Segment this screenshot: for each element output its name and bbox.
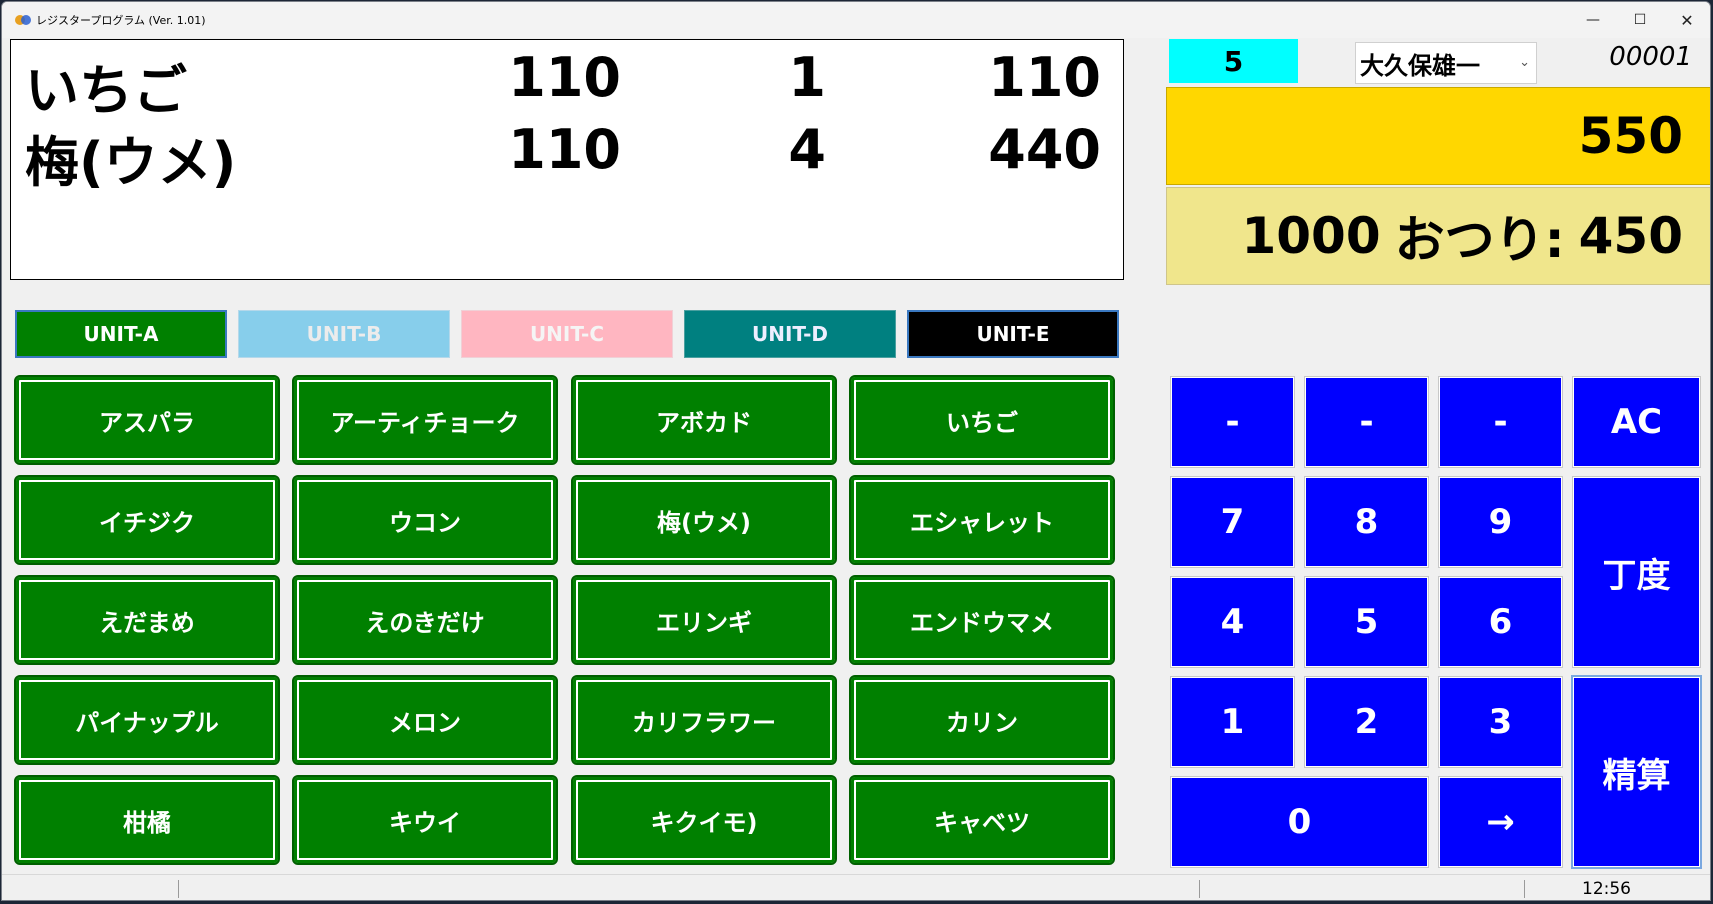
receipt-row: 梅(ウメ) 110 4 440 [11,118,1123,194]
tab-unit-a[interactable]: UNIT-A [15,310,227,358]
chevron-down-icon: ⌄ [1519,55,1530,70]
digit-key-7[interactable]: 7 [1170,476,1295,568]
tendered-amount: 1000 [1241,207,1381,265]
status-clock: 12:56 [1582,879,1631,899]
checkout-button[interactable]: 精算 [1571,675,1702,869]
status-divider [1199,880,1200,898]
product-button[interactable]: えのきだけ [292,575,558,665]
item-name: いちご [25,59,187,122]
product-button[interactable]: アスパラ [14,375,280,465]
product-button[interactable]: エンドウマメ [849,575,1115,665]
digit-key-2[interactable]: 2 [1304,676,1429,768]
title-bar: レジスタープログラム (Ver. 1.01) — ☐ ✕ [2,2,1710,38]
product-button[interactable]: 梅(ウメ) [571,475,837,565]
product-button[interactable]: アーティチョーク [292,375,558,465]
product-button[interactable]: カリフラワー [571,675,837,765]
digit-key-9[interactable]: 9 [1438,476,1563,568]
item-price: 110 [508,46,621,109]
minimize-button[interactable]: — [1570,2,1616,38]
register-window: レジスタープログラム (Ver. 1.01) — ☐ ✕ いちご 110 1 1… [1,1,1711,901]
change-amount: 450 [1578,207,1683,265]
staff-name: 大久保雄一 [1360,51,1480,80]
staff-select[interactable]: 大久保雄一 ⌄ [1355,42,1537,84]
product-button[interactable]: イチジク [14,475,280,565]
total-display: 550 [1166,87,1710,185]
change-display: 1000 おつり: 450 [1166,187,1710,285]
transaction-number: 00001 [1609,42,1692,72]
status-divider [178,880,179,898]
product-button[interactable]: エリンギ [571,575,837,665]
item-price: 110 [508,118,621,181]
change-label: おつり: [1394,211,1565,269]
product-button[interactable]: メロン [292,675,558,765]
receipt-list: いちご 110 1 110 梅(ウメ) 110 4 440 [10,39,1124,280]
digit-key-3[interactable]: 3 [1438,676,1563,768]
digit-key-6[interactable]: 6 [1438,576,1563,668]
product-button[interactable]: カリン [849,675,1115,765]
product-button[interactable]: えだまめ [14,575,280,665]
product-button[interactable]: パイナップル [14,675,280,765]
item-qty: 4 [788,118,826,181]
product-button[interactable]: キクイモ) [571,775,837,865]
window-title: レジスタープログラム (Ver. 1.01) [36,14,206,27]
receipt-row: いちご 110 1 110 [11,46,1123,122]
item-qty: 1 [788,46,826,109]
product-button[interactable]: キウイ [292,775,558,865]
product-button[interactable]: 柑橘 [14,775,280,865]
item-name: 梅(ウメ) [25,131,237,194]
exact-amount-button[interactable]: 丁度 [1572,476,1701,668]
digit-key-1[interactable]: 1 [1170,676,1295,768]
dash-key-1[interactable]: - [1170,376,1295,468]
dash-key-3[interactable]: - [1438,376,1563,468]
digit-key-5[interactable]: 5 [1304,576,1429,668]
digit-key-0[interactable]: 0 [1170,776,1429,868]
item-subtotal: 110 [988,46,1101,109]
app-icon [15,15,31,25]
item-count-badge: 5 [1169,39,1298,83]
status-divider [1524,880,1525,898]
digit-key-8[interactable]: 8 [1304,476,1429,568]
maximize-button[interactable]: ☐ [1617,2,1663,38]
product-button[interactable]: エシャレット [849,475,1115,565]
product-button[interactable]: キャベツ [849,775,1115,865]
digit-key-4[interactable]: 4 [1170,576,1295,668]
tab-unit-d[interactable]: UNIT-D [684,310,896,358]
status-bar: 12:56 [2,874,1710,900]
tab-unit-e[interactable]: UNIT-E [907,310,1119,358]
arrow-right-button[interactable]: → [1438,776,1563,868]
item-subtotal: 440 [988,118,1101,181]
dash-key-2[interactable]: - [1304,376,1429,468]
tab-unit-b[interactable]: UNIT-B [238,310,450,358]
tab-unit-c[interactable]: UNIT-C [461,310,673,358]
product-button[interactable]: アボカド [571,375,837,465]
all-clear-button[interactable]: AC [1572,376,1701,468]
product-button[interactable]: いちご [849,375,1115,465]
product-button[interactable]: ウコン [292,475,558,565]
close-button[interactable]: ✕ [1664,2,1710,38]
